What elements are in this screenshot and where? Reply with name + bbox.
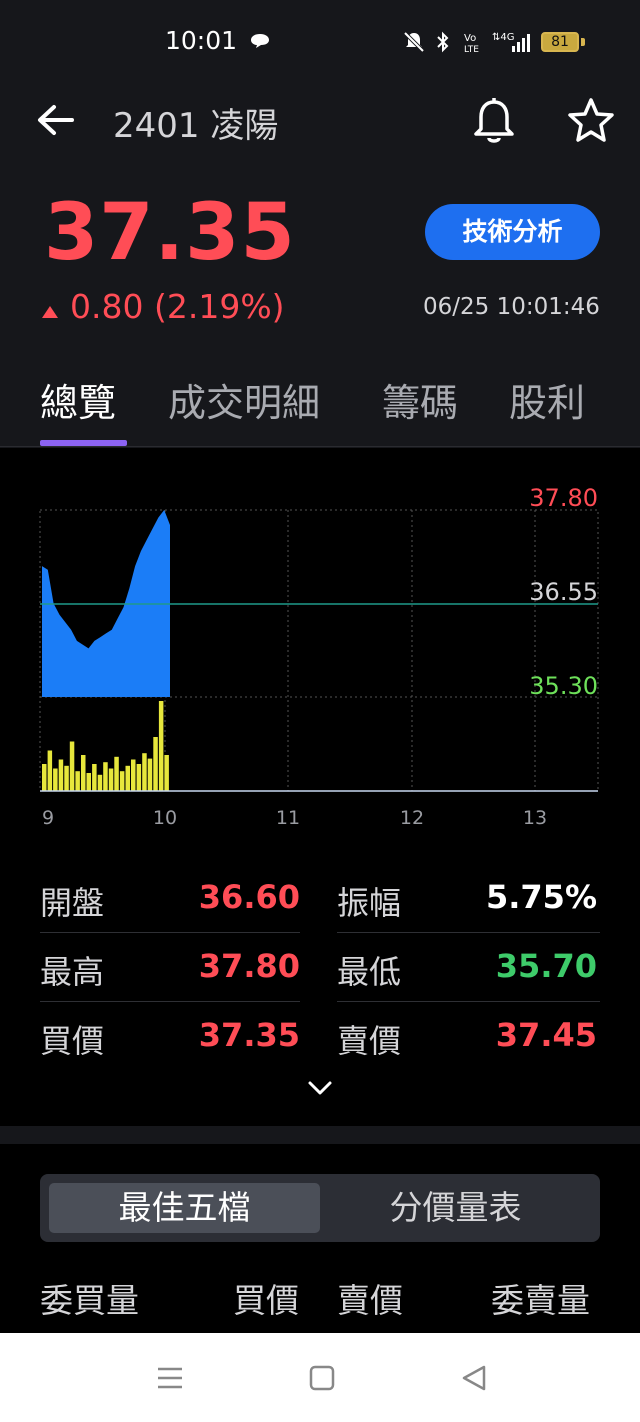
stat-value-low: 35.70 <box>495 947 597 985</box>
star-icon[interactable] <box>566 96 616 146</box>
volume-bar <box>92 764 97 791</box>
row-divider <box>40 932 300 933</box>
y-label-ref: 36.55 <box>529 578 598 606</box>
tab-overview[interactable]: 總覽 <box>40 372 116 427</box>
volume-bar <box>131 759 136 791</box>
stat-label-low: 最低 <box>337 953 402 991</box>
tab-dividend[interactable]: 股利 <box>509 372 585 427</box>
stat-value-bid: 37.35 <box>198 1016 300 1054</box>
y-label-low: 35.30 <box>529 672 598 700</box>
mute-bell-icon <box>403 31 425 53</box>
volte-icon: VoLTE <box>464 33 479 54</box>
stat-value-open: 36.60 <box>198 878 300 916</box>
row-divider <box>337 1001 600 1002</box>
volume-bars <box>42 701 169 791</box>
column-ask-volume: 委賣量 <box>491 1281 590 1320</box>
column-bid-price: 買價 <box>233 1281 299 1320</box>
technical-analysis-button[interactable]: 技術分析 <box>425 204 600 260</box>
segment-price-volume[interactable]: 分價量表 <box>320 1183 591 1233</box>
last-price: 37.35 <box>44 188 296 278</box>
price-change: 0.80 (2.19%) <box>70 287 285 326</box>
svg-text:LTE: LTE <box>464 45 479 54</box>
status-time: 10:01 <box>165 26 238 55</box>
up-triangle-icon <box>42 306 58 318</box>
stat-value-high: 37.80 <box>198 947 300 985</box>
column-ask-price: 賣價 <box>337 1281 403 1320</box>
volume-bar <box>81 755 86 791</box>
volume-bar <box>75 771 80 791</box>
volume-bar <box>147 758 153 791</box>
tab-trade-detail[interactable]: 成交明細 <box>168 372 320 427</box>
volume-bar <box>114 756 119 791</box>
bell-icon[interactable] <box>470 96 518 146</box>
tab-chips[interactable]: 籌碼 <box>382 372 458 427</box>
volume-bar <box>97 774 103 791</box>
segment-best-five[interactable]: 最佳五檔 <box>49 1183 320 1233</box>
stock-title: 2401 凌陽 <box>113 106 279 146</box>
quote-timestamp: 06/25 10:01:46 <box>423 294 600 320</box>
x-label: 12 <box>400 807 424 829</box>
row-divider <box>40 1001 300 1002</box>
volume-bar <box>136 764 142 791</box>
battery-tip <box>581 38 585 46</box>
y-label-high: 37.80 <box>529 484 598 512</box>
home-square-icon[interactable] <box>308 1364 336 1392</box>
divider <box>0 446 640 447</box>
bluetooth-icon <box>437 31 449 53</box>
volume-bar <box>64 765 69 791</box>
volume-bar <box>42 764 47 791</box>
row-divider <box>337 932 600 933</box>
stat-label-bid: 買價 <box>40 1022 105 1060</box>
stat-value-amplitude: 5.75% <box>485 878 597 916</box>
signal-4g-icon: ⇅4G <box>492 32 530 52</box>
volume-bar <box>164 755 169 791</box>
stat-label-ask: 賣價 <box>337 1022 402 1060</box>
x-label: 10 <box>153 807 177 829</box>
battery-icon: 81 <box>541 32 579 52</box>
chevron-down-icon[interactable] <box>305 1078 335 1098</box>
svg-text:⇅4G: ⇅4G <box>492 32 515 43</box>
intraday-chart[interactable]: 37.80 36.55 35.30 9 10 11 12 13 <box>0 470 640 840</box>
stat-value-ask: 37.45 <box>495 1016 597 1054</box>
volume-bar <box>58 759 64 791</box>
x-label: 9 <box>42 807 54 829</box>
volume-bar <box>125 765 130 791</box>
volume-bar <box>158 701 164 791</box>
volume-bar <box>142 753 147 791</box>
volume-bar <box>153 737 158 791</box>
x-label: 11 <box>276 807 300 829</box>
back-arrow-icon[interactable] <box>36 102 76 138</box>
volume-bar <box>53 768 58 791</box>
section-separator <box>0 1126 640 1144</box>
volume-bar <box>108 768 114 791</box>
stat-label-open: 開盤 <box>40 884 105 922</box>
stat-label-high: 最高 <box>40 953 105 991</box>
x-label: 13 <box>523 807 547 829</box>
volume-bar <box>69 741 75 791</box>
volume-bar <box>103 762 108 791</box>
chat-bubble-icon <box>251 34 269 48</box>
column-bid-volume: 委買量 <box>40 1281 139 1320</box>
volume-bar <box>119 771 125 791</box>
volume-bar <box>86 773 91 791</box>
back-triangle-icon[interactable] <box>460 1364 488 1392</box>
menu-icon[interactable] <box>155 1363 185 1393</box>
volume-bar <box>47 750 53 791</box>
stat-label-amplitude: 振幅 <box>337 884 402 922</box>
svg-text:Vo: Vo <box>464 33 476 44</box>
